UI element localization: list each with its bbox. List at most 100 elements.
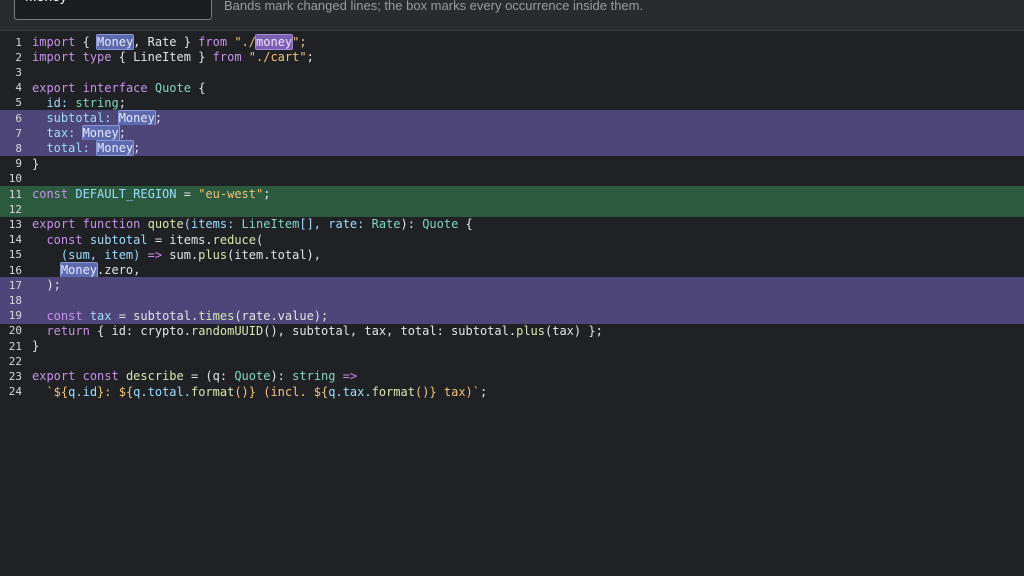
- code-token: ;: [154, 111, 163, 125]
- line-number: 13: [8, 217, 22, 231]
- line-number: 11: [8, 187, 22, 201]
- code-token: q.total.: [133, 384, 191, 399]
- search-field[interactable]: [14, 0, 212, 20]
- code-line[interactable]: 9}: [0, 156, 1024, 172]
- code-token: { LineItem }: [111, 50, 213, 65]
- line-number: 8: [15, 141, 22, 155]
- code-token: export: [32, 369, 76, 384]
- code-line[interactable]: 8 total: Money;: [0, 140, 1024, 157]
- code-token: =: [176, 187, 199, 201]
- code-token: randomUUID: [190, 323, 264, 338]
- code-line[interactable]: 17 );: [0, 277, 1024, 294]
- code-line[interactable]: 2 import type { LineItem } from "./cart";: [0, 49, 1024, 65]
- code-line[interactable]: 16 Money.zero,: [0, 262, 1024, 278]
- find-hint: Bands mark changed lines; the box marks …: [224, 0, 644, 13]
- code-token: sum.: [162, 247, 199, 262]
- find-bar: Bands mark changed lines; the box marks …: [0, 0, 1024, 31]
- code-line[interactable]: 4 export interface Quote {: [0, 80, 1024, 96]
- code-line[interactable]: 22: [0, 353, 1024, 369]
- code-token: tax: [89, 308, 112, 323]
- code-line[interactable]: 11 const DEFAULT_REGION = "eu-west";: [0, 186, 1024, 202]
- line-number: 5: [15, 96, 22, 110]
- code-token: string: [75, 95, 119, 110]
- line-number: 19: [8, 309, 22, 323]
- code-token: ;: [306, 50, 314, 65]
- code-token: (tax) };: [545, 323, 603, 338]
- code-token: (item.total),: [227, 247, 321, 262]
- code-line[interactable]: 20 return { id: crypto.randomUUID(), sub…: [0, 323, 1024, 339]
- code-token: id:: [32, 95, 76, 110]
- line-code: export interface Quote {: [22, 81, 205, 95]
- code-token: ;: [118, 95, 126, 110]
- line-code: import { Money, Rate } from "./money";: [22, 34, 307, 50]
- code-token: { id: crypto.: [89, 323, 191, 338]
- code-token: ;: [480, 384, 488, 399]
- search-match: Money: [117, 110, 156, 126]
- line-code: total: Money;: [22, 140, 140, 157]
- code-token: q.id: [68, 384, 98, 399]
- line-code: tax: Money;: [22, 125, 126, 142]
- code-token: subtotal: [89, 232, 148, 247]
- line-number: 4: [15, 81, 22, 95]
- code-line[interactable]: 21}: [0, 338, 1024, 354]
- code-line[interactable]: 7 tax: Money;: [0, 125, 1024, 142]
- code-line[interactable]: 5 id: string;: [0, 95, 1024, 111]
- code-token: ";: [292, 35, 307, 49]
- code-line[interactable]: 3: [0, 64, 1024, 80]
- code-line[interactable]: 14 const subtotal = items.reduce(: [0, 232, 1024, 248]
- line-number: 17: [8, 278, 22, 292]
- code-line[interactable]: 12: [0, 201, 1024, 218]
- code-line[interactable]: 1 import { Money, Rate } from "./money";: [0, 34, 1024, 50]
- line-number: 9: [15, 157, 22, 171]
- code-token: }: ${: [97, 384, 134, 399]
- code-token: const: [46, 232, 83, 247]
- code-token: type: [82, 50, 112, 65]
- code-editor[interactable]: 1 import { Money, Rate } from "./money"; 2…: [0, 31, 1024, 576]
- code-line[interactable]: 19 const tax = subtotal.times(rate.value…: [0, 307, 1024, 324]
- code-token: }: [32, 156, 40, 171]
- code-line[interactable]: 18: [0, 292, 1024, 309]
- code-token: function: [82, 217, 141, 232]
- code-token: plus: [516, 323, 545, 338]
- line-code: }: [22, 339, 39, 353]
- search-match: Money: [59, 262, 99, 278]
- line-number: 12: [8, 202, 22, 216]
- code-token: export: [32, 80, 76, 95]
- code-token: =>: [342, 369, 358, 384]
- code-token: tax:: [32, 126, 83, 141]
- code-line[interactable]: 23 export const describe = (q: Quote): st…: [0, 368, 1024, 384]
- code-token: );: [32, 278, 61, 293]
- code-token: .zero,: [97, 263, 141, 277]
- code-token: , Rate }: [133, 35, 199, 49]
- line-number: 24: [8, 385, 22, 399]
- code-line[interactable]: 13 export function quote(items: LineItem[…: [0, 216, 1024, 232]
- code-token: const: [82, 369, 119, 384]
- line-code: const tax = subtotal.times(rate.value);: [22, 309, 328, 323]
- code-token: format: [371, 384, 415, 399]
- line-number: 15: [8, 248, 22, 262]
- code-line[interactable]: 10: [0, 171, 1024, 187]
- line-number: 18: [8, 293, 22, 307]
- code-token: = (q:: [183, 369, 235, 384]
- code-token: describe: [125, 369, 184, 384]
- line-code: `${q.id}: ${q.total.format()} (incl. ${q…: [22, 385, 487, 399]
- search-input[interactable]: [25, 0, 195, 6]
- search-match: Money: [96, 34, 135, 50]
- code-line[interactable]: 6 subtotal: Money;: [0, 110, 1024, 126]
- code-line[interactable]: 15 (sum, item) => sum.plus(item.total),: [0, 247, 1024, 263]
- code-token: import: [32, 50, 76, 65]
- code-line[interactable]: 24 `${q.id}: ${q.total.format()} (incl. …: [0, 384, 1024, 400]
- code-token: {: [190, 80, 206, 95]
- code-token: LineItem: [241, 217, 300, 232]
- line-number: 21: [8, 339, 22, 353]
- line-number: 7: [15, 126, 22, 140]
- code-token: Quote: [234, 369, 271, 384]
- line-number: 20: [8, 324, 22, 338]
